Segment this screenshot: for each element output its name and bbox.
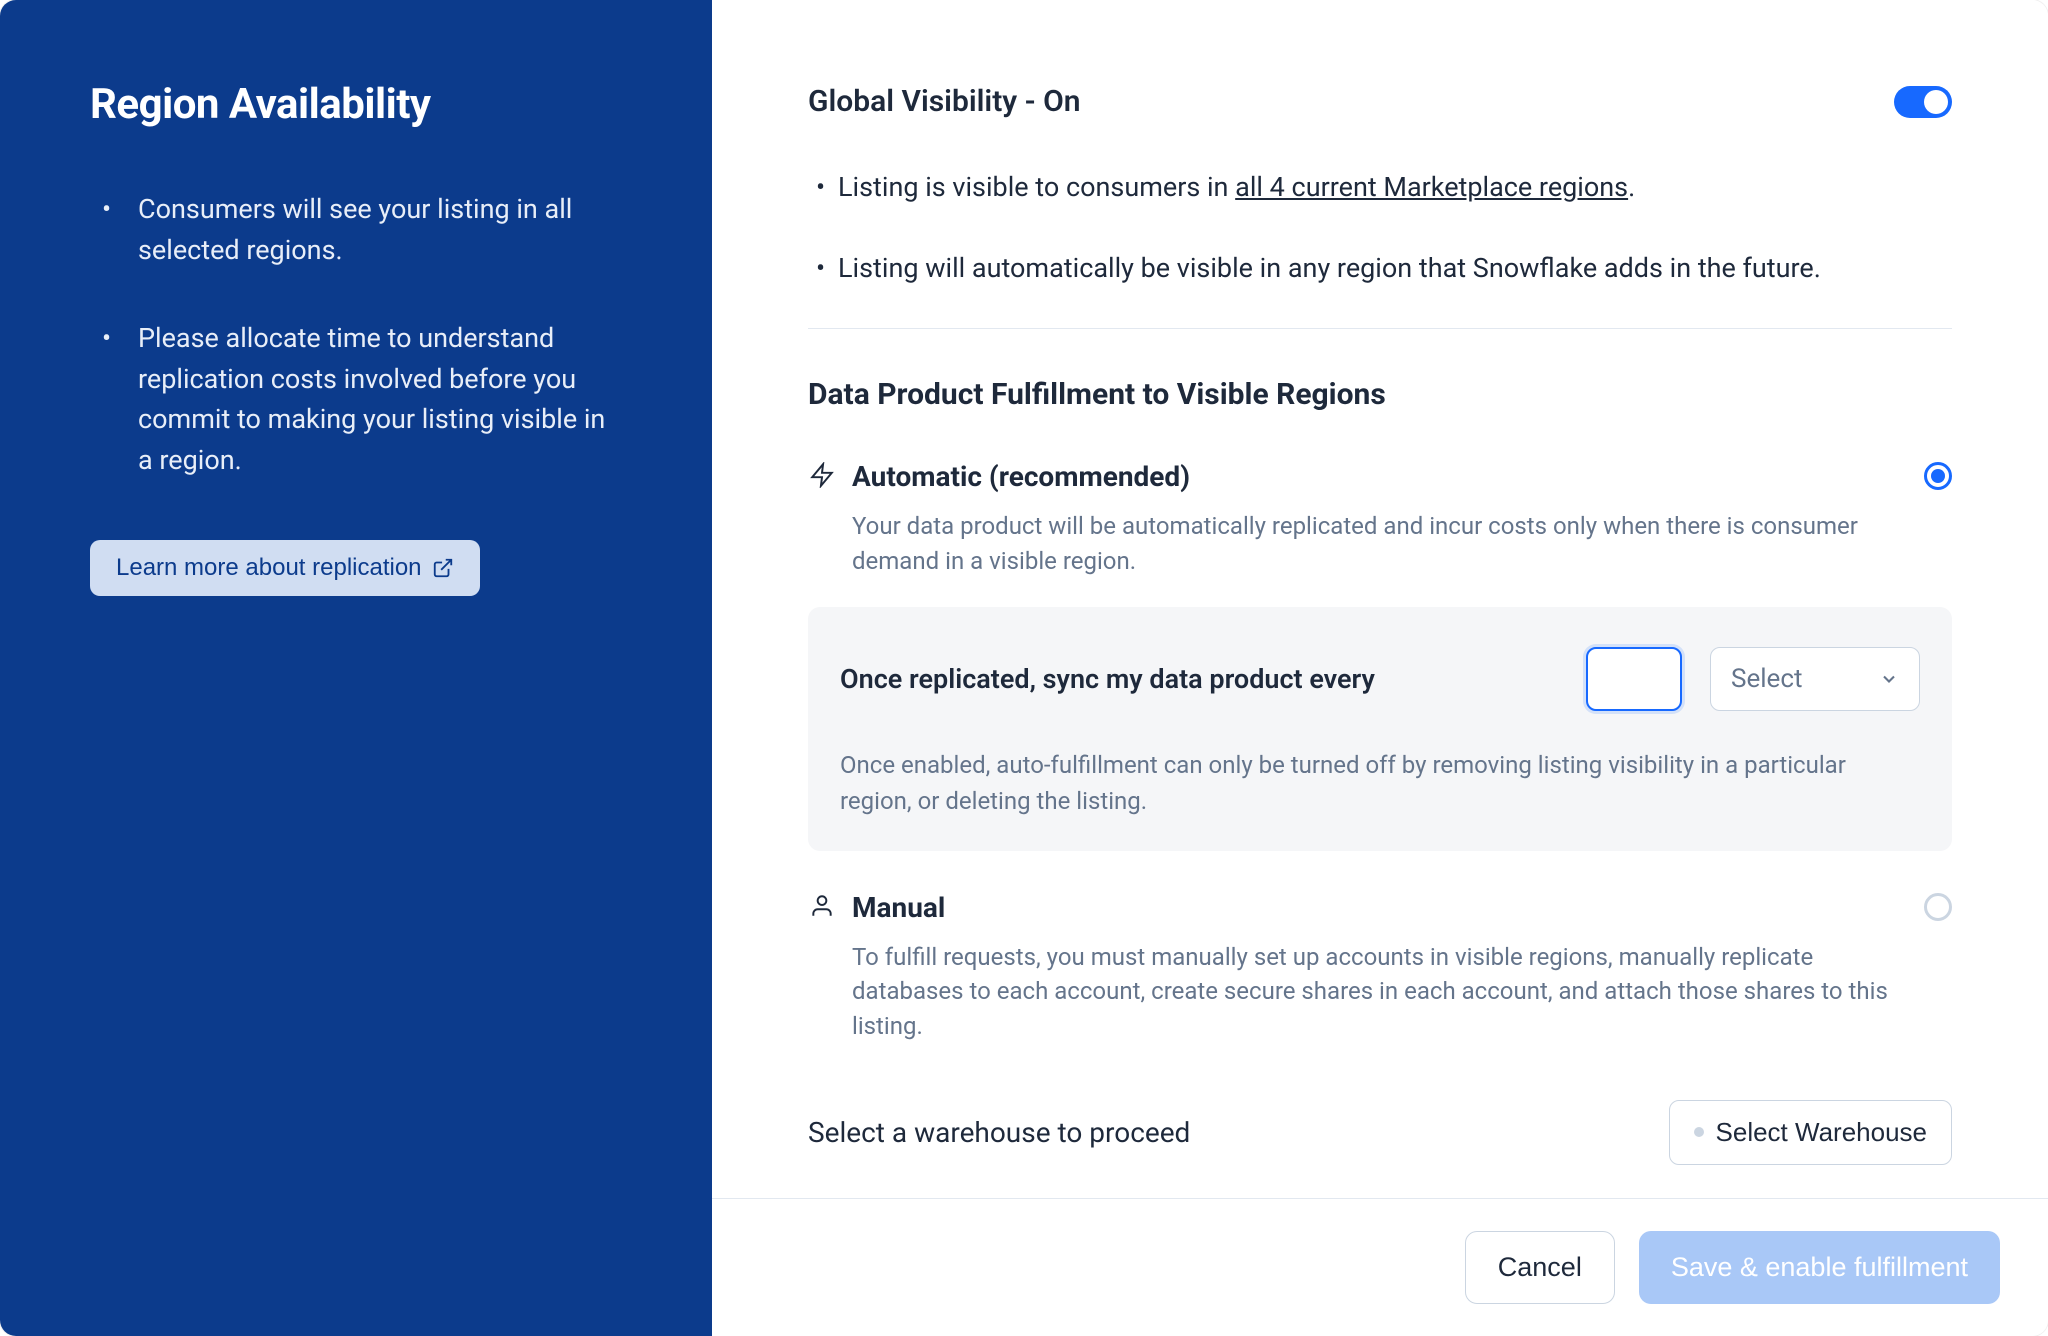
main-content: Global Visibility - On Listing is visibl… [712,0,2048,1198]
option-title: Automatic (recommended) [852,460,1908,493]
cancel-button[interactable]: Cancel [1465,1231,1615,1304]
external-link-icon [432,557,454,579]
learn-more-label: Learn more about replication [116,554,422,582]
option-header: Manual To fulfill requests, you must man… [808,891,1952,1044]
global-visibility-row: Global Visibility - On [808,84,1952,119]
radio-manual[interactable] [1924,893,1952,921]
option-header: Automatic (recommended) Your data produc… [808,460,1952,579]
fulfillment-option-automatic: Automatic (recommended) Your data produc… [808,460,1952,851]
sidebar: Region Availability Consumers will see y… [0,0,712,1336]
gv-bullet-text: . [1628,171,1635,203]
warehouse-row: Select a warehouse to proceed Select War… [808,1100,1952,1165]
sync-row: Once replicated, sync my data product ev… [840,647,1920,711]
option-body: Automatic (recommended) Your data produc… [852,460,1908,579]
region-availability-modal: Region Availability Consumers will see y… [0,0,2048,1336]
sync-unit-select[interactable]: Select [1710,647,1920,711]
fulfillment-section-title: Data Product Fulfillment to Visible Regi… [808,377,1952,412]
status-dot-icon [1694,1127,1704,1137]
sync-interval-input[interactable] [1586,647,1682,711]
sidebar-bullet-list: Consumers will see your listing in all s… [90,189,622,480]
gv-bullet: Listing is visible to consumers in all 4… [808,167,1952,208]
sync-select-placeholder: Select [1731,664,1802,694]
global-visibility-toggle[interactable] [1894,86,1952,118]
sidebar-bullet: Consumers will see your listing in all s… [90,189,622,270]
option-description: Your data product will be automatically … [852,509,1908,579]
global-visibility-title: Global Visibility - On [808,84,1081,119]
marketplace-regions-link[interactable]: all 4 current Marketplace regions [1235,171,1628,203]
fulfillment-option-manual: Manual To fulfill requests, you must man… [808,891,1952,1044]
chevron-down-icon [1879,669,1899,689]
radio-automatic[interactable] [1924,462,1952,490]
person-icon [808,891,836,919]
lightning-icon [808,460,836,488]
gv-bullet-text: Listing is visible to consumers in [838,171,1235,203]
sync-label: Once replicated, sync my data product ev… [840,663,1558,695]
global-visibility-bullets: Listing is visible to consumers in all 4… [808,167,1952,288]
save-enable-fulfillment-button[interactable]: Save & enable fulfillment [1639,1231,2000,1304]
option-title: Manual [852,891,1908,924]
warehouse-button-label: Select Warehouse [1716,1117,1927,1148]
option-description: To fulfill requests, you must manually s… [852,940,1908,1044]
divider [808,328,1952,329]
sidebar-bullet: Please allocate time to understand repli… [90,318,622,480]
main-panel: Global Visibility - On Listing is visibl… [712,0,2048,1336]
select-warehouse-button[interactable]: Select Warehouse [1669,1100,1952,1165]
sync-settings-box: Once replicated, sync my data product ev… [808,607,1952,851]
gv-bullet: Listing will automatically be visible in… [808,248,1952,289]
sync-note: Once enabled, auto-fulfillment can only … [840,747,1920,819]
footer: Cancel Save & enable fulfillment [712,1198,2048,1336]
option-body: Manual To fulfill requests, you must man… [852,891,1908,1044]
learn-more-replication-link[interactable]: Learn more about replication [90,540,480,596]
warehouse-label: Select a warehouse to proceed [808,1116,1190,1149]
sidebar-title: Region Availability [90,80,622,129]
